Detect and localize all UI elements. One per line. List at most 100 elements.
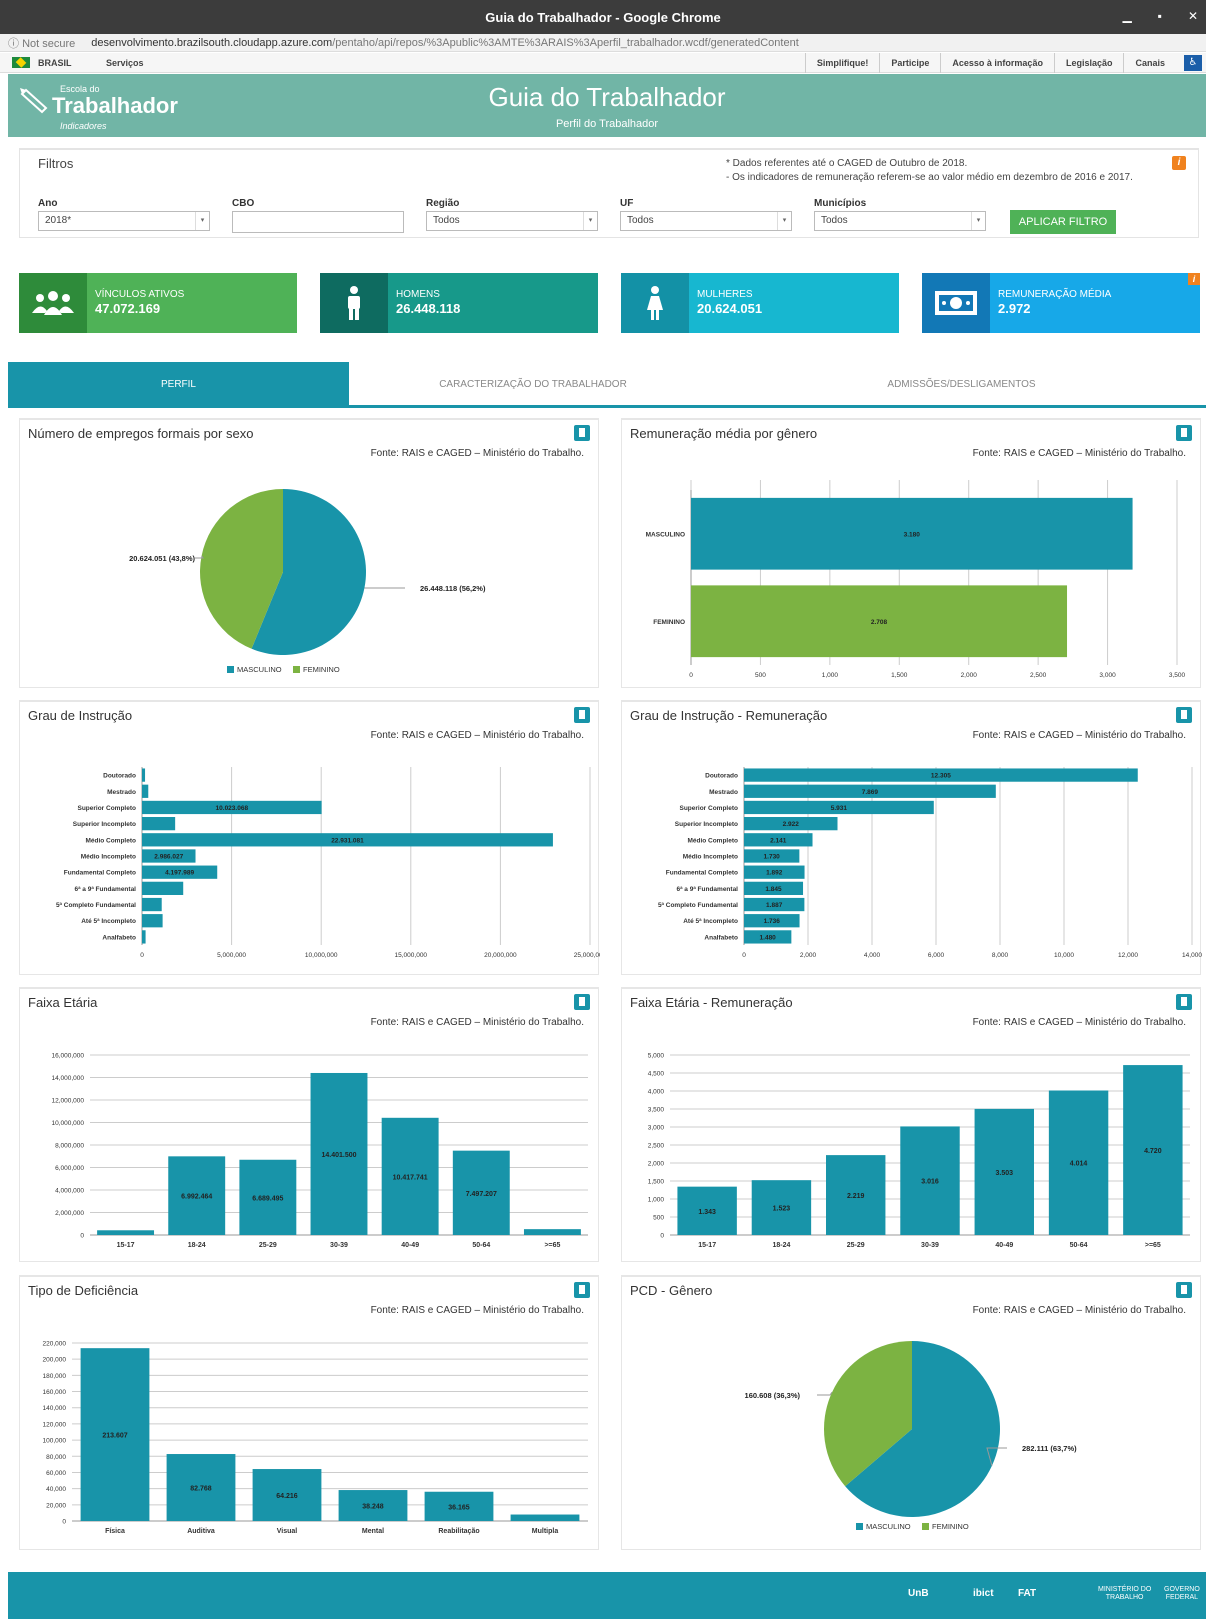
ministerio-logo[interactable]: MINISTÉRIO DO TRABALHO — [1098, 1586, 1151, 1602]
bar-value-label: 10.023.068 — [216, 805, 249, 812]
y-category-label: Superior Incompleto — [675, 821, 738, 828]
panel-remgenero: Remuneração média por gênero Fonte: RAIS… — [621, 418, 1201, 688]
governo-logo[interactable]: GOVERNO FEDERAL — [1164, 1586, 1200, 1602]
regiao-select[interactable]: Todos ▾ — [426, 211, 598, 231]
x-tick-label: 2,000 — [800, 952, 817, 959]
address-bar[interactable]: ⓘ Not secure desenvolvimento.brazilsouth… — [0, 34, 1206, 52]
y-tick-label: 4,500 — [648, 1071, 665, 1078]
maximize-icon[interactable]: ▪ — [1158, 9, 1162, 23]
panel-sexo: Número de empregos formais por sexo Font… — [19, 418, 599, 688]
y-category-label: Fundamental Completo — [64, 870, 136, 877]
x-category-label: 40-49 — [401, 1242, 419, 1249]
y-tick-label: 6,000,000 — [55, 1165, 84, 1172]
y-category-label: Médio Incompleto — [683, 854, 738, 861]
accessibility-icon[interactable]: ♿ — [1184, 55, 1202, 71]
x-tick-label: 25,000,000 — [574, 952, 600, 959]
y-category-label: Doutorado — [705, 773, 738, 780]
x-category-label: Multipla — [532, 1528, 559, 1535]
legend-label: FEMININO — [932, 1522, 969, 1531]
gov-link-acesso[interactable]: Acesso à informação — [940, 53, 1054, 73]
kpi-label: VÍNCULOS ATIVOS — [95, 289, 185, 300]
y-category-label: Analfabeto — [102, 934, 136, 941]
info-icon[interactable]: i — [1172, 156, 1186, 170]
legend-swatch — [227, 666, 234, 673]
gov-bar: BRASIL Serviços Simplifique! Participe A… — [0, 53, 1206, 73]
x-tick-label: 6,000 — [928, 952, 945, 959]
gov-link-participe[interactable]: Participe — [879, 53, 940, 73]
y-tick-label: 4,000 — [648, 1089, 665, 1096]
bar-value-label: 4.197.989 — [165, 870, 194, 877]
ano-select[interactable]: 2018* ▾ — [38, 211, 210, 231]
uf-select[interactable]: Todos ▾ — [620, 211, 792, 231]
kpi-label: REMUNERAÇÃO MÉDIA — [998, 289, 1112, 300]
legend-label: MASCULINO — [237, 665, 282, 674]
bar-value-label: 1.892 — [766, 870, 783, 877]
gov-link-legislacao[interactable]: Legislação — [1053, 53, 1124, 73]
kpi-value: 47.072.169 — [95, 301, 161, 316]
y-tick-label: 120,000 — [43, 1421, 67, 1428]
x-category-label: 15-17 — [698, 1242, 716, 1249]
y-tick-label: 10,000,000 — [51, 1120, 84, 1127]
url-text[interactable]: desenvolvimento.brazilsouth.cloudapp.azu… — [91, 37, 798, 49]
kpi-value: 2.972 — [998, 301, 1031, 316]
x-category-label: 50-64 — [472, 1242, 490, 1249]
page-title: Guia do Trabalhador — [488, 82, 726, 112]
municipios-label: Municípios — [814, 198, 867, 209]
bar-chart-instrucao: 0 5,000,000 10,000,000 15,000,000 20,000,000… — [56, 767, 600, 959]
pie-chart-pcdgenero: 282.111 (63,7%) 160.608 (36,3%) MASCULINO F… — [745, 1341, 1077, 1531]
y-tick-label: 40,000 — [46, 1486, 66, 1493]
y-tick-label: 80,000 — [46, 1454, 66, 1461]
brasil-link[interactable]: BRASIL — [38, 58, 72, 68]
cbo-input[interactable] — [232, 211, 404, 233]
x-tick-label: 4,000 — [864, 952, 881, 959]
panel-pcdgenero: PCD - Gênero Fonte: RAIS e CAGED – Minis… — [621, 1275, 1201, 1550]
tab-perfil[interactable]: PERFIL — [8, 362, 349, 408]
chevron-down-icon: ▾ — [583, 212, 597, 230]
kpi-label: HOMENS — [396, 289, 440, 300]
security-indicator[interactable]: ⓘ Not secure — [8, 35, 75, 51]
x-category-label: 25-29 — [847, 1242, 865, 1249]
bar-value-label: 1.480 — [760, 934, 777, 941]
bar-chart-deficiencia: 0 20,000 40,000 60,000 80,000 100,000 120,000 1… — [43, 1341, 588, 1535]
servicos-link[interactable]: Serviços — [106, 58, 144, 68]
bar — [510, 1514, 580, 1521]
gov-link-canais[interactable]: Canais — [1123, 53, 1176, 73]
unb-logo[interactable]: UnB — [908, 1588, 929, 1599]
bar-chart-remgenero: 0 500 1,000 1,500 2,000 2,500 3,000 3,500 MASCUL… — [646, 480, 1186, 679]
y-tick-label: 200,000 — [43, 1357, 67, 1364]
x-tick-label: 0 — [689, 672, 693, 679]
tab-admissoes[interactable]: ADMISSÕES/DESLIGAMENTOS — [717, 362, 1206, 408]
ibict-logo[interactable]: ibict — [973, 1588, 994, 1599]
pie-data-label: 160.608 (36,3%) — [745, 1391, 801, 1400]
legend-label: FEMININO — [303, 665, 340, 674]
legend-label: MASCULINO — [866, 1522, 911, 1531]
pie-chart-sexo: 26.448.118 (56,2%) 20.624.051 (43,8%) MASC… — [129, 489, 486, 674]
y-tick-label: 3,000 — [648, 1125, 665, 1132]
minimize-icon[interactable]: ▁ — [1122, 9, 1131, 23]
x-tick-label: 5,000,000 — [217, 952, 246, 959]
y-tick-label: 5,000 — [648, 1053, 665, 1060]
tab-caracterizacao[interactable]: CARACTERIZAÇÃO DO TRABALHADOR — [349, 362, 717, 408]
y-tick-label: 0 — [660, 1233, 664, 1240]
x-tick-label: 500 — [755, 672, 766, 679]
close-icon[interactable]: ✕ — [1188, 9, 1198, 23]
info-icon[interactable]: i — [1188, 273, 1200, 285]
x-tick-label: 2,500 — [1030, 672, 1047, 679]
y-category-label: Médio Completo — [85, 837, 136, 844]
bar-value-label: 1.523 — [773, 1206, 791, 1213]
bar-value-label: 38.248 — [362, 1504, 384, 1511]
gov-link-simplifique[interactable]: Simplifique! — [804, 53, 880, 73]
bar-chart-faixarem: 0 500 1,000 1,500 2,000 2,500 3,000 3,500 4,000 4… — [648, 1053, 1190, 1249]
fat-logo[interactable]: FAT — [1018, 1588, 1036, 1599]
y-category-label: Mestrado — [709, 789, 738, 796]
apply-filter-button[interactable]: APLICAR FILTRO — [1010, 210, 1116, 234]
x-tick-label: 1,500 — [891, 672, 908, 679]
bar-value-label: 1.343 — [698, 1209, 716, 1216]
y-tick-label: 16,000,000 — [51, 1053, 84, 1060]
kpi-vinculos-ativos: VÍNCULOS ATIVOS 47.072.169 — [19, 273, 297, 333]
x-tick-label: 8,000 — [992, 952, 1009, 959]
x-tick-label: 2,000 — [961, 672, 978, 679]
municipios-select[interactable]: Todos ▾ — [814, 211, 986, 231]
y-tick-label: 2,000,000 — [55, 1210, 84, 1217]
bar-value-label: 6.992.464 — [181, 1194, 212, 1201]
